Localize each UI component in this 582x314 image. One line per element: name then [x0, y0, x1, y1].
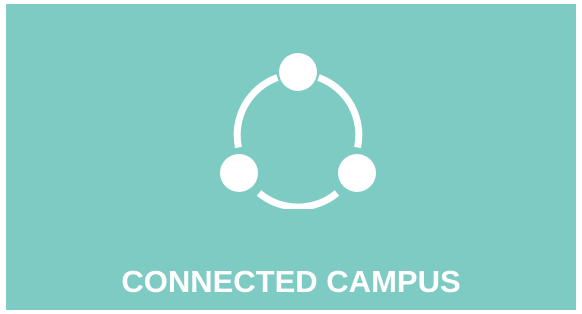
- connected-campus-card[interactable]: CONNECTED CAMPUS: [6, 4, 576, 310]
- card-caption: CONNECTED CAMPUS: [121, 264, 461, 299]
- connection-network-icon: [218, 49, 378, 209]
